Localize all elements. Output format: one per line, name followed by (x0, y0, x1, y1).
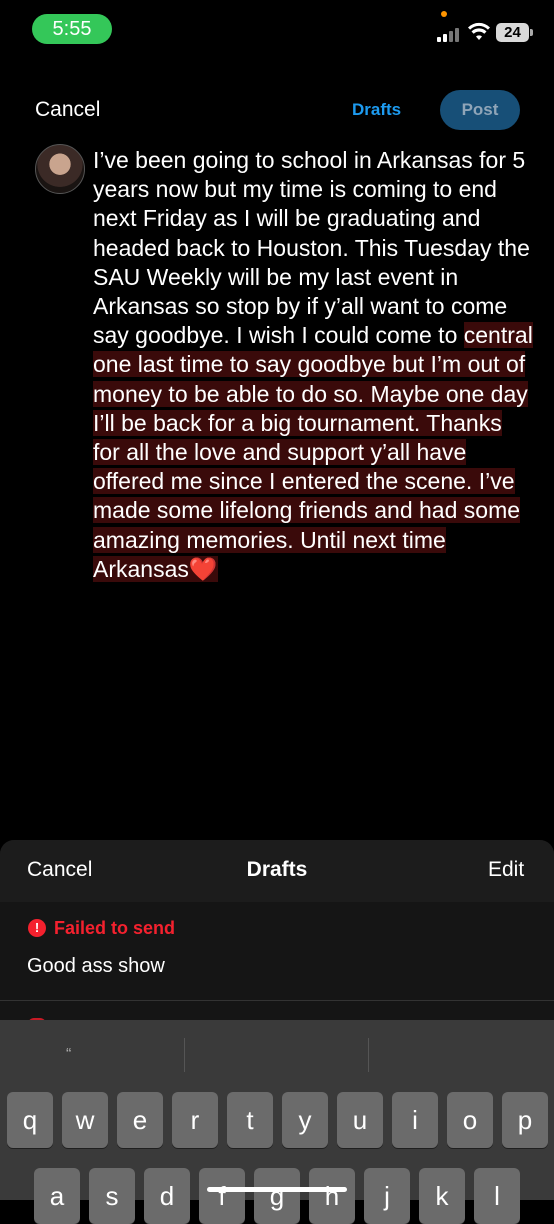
tweet-text-highlighted: central one last time to say goodbye but… (93, 322, 533, 582)
key-j[interactable]: j (364, 1168, 410, 1224)
privacy-indicator-dot (441, 11, 447, 17)
tweet-text-area[interactable]: I’ve been going to school in Arkansas fo… (93, 146, 533, 584)
key-t[interactable]: t (227, 1092, 273, 1148)
key-u[interactable]: u (337, 1092, 383, 1148)
key-o[interactable]: o (447, 1092, 493, 1148)
keyboard: “ q w e r t y u i o p a s d f g h j k l (0, 1020, 554, 1224)
suggestion-divider (368, 1038, 369, 1072)
key-d[interactable]: d (144, 1168, 190, 1224)
suggestion-bar: “ (0, 1020, 554, 1090)
draft-text: Good ass show (27, 955, 165, 977)
key-k[interactable]: k (419, 1168, 465, 1224)
key-a[interactable]: a (34, 1168, 80, 1224)
key-w[interactable]: w (62, 1092, 108, 1148)
key-h[interactable]: h (309, 1168, 355, 1224)
key-l[interactable]: l (474, 1168, 520, 1224)
key-q[interactable]: q (7, 1092, 53, 1148)
key-p[interactable]: p (502, 1092, 548, 1148)
draft-status: Failed to send (54, 918, 176, 938)
key-i[interactable]: i (392, 1092, 438, 1148)
wifi-icon (468, 22, 490, 40)
status-bar: 5:55 24 (0, 0, 554, 60)
key-g[interactable]: g (254, 1168, 300, 1224)
drafts-button[interactable]: Drafts (352, 100, 401, 120)
key-r[interactable]: r (172, 1092, 218, 1148)
status-time: 5:55 (32, 14, 112, 44)
avatar (35, 144, 85, 194)
key-y[interactable]: y (282, 1092, 328, 1148)
cancel-button[interactable]: Cancel (35, 98, 100, 122)
draft-item[interactable]: ! Failed to send Good ass show (0, 902, 554, 1001)
home-indicator (207, 1187, 347, 1192)
cellular-signal-icon (437, 26, 465, 42)
battery-level: 24 (496, 23, 529, 42)
drafts-title: Drafts (246, 858, 308, 881)
suggestion-item[interactable]: “ (66, 1046, 71, 1064)
drafts-edit-button[interactable]: Edit (488, 858, 524, 882)
tweet-text-plain: I’ve been going to school in Arkansas fo… (93, 147, 530, 349)
key-s[interactable]: s (89, 1168, 135, 1224)
key-f[interactable]: f (199, 1168, 245, 1224)
battery-tip (530, 29, 533, 36)
key-e[interactable]: e (117, 1092, 163, 1148)
error-icon: ! (28, 919, 46, 937)
compose-header: Cancel Drafts Post (0, 80, 554, 140)
drafts-header: Cancel Drafts Edit (0, 840, 554, 902)
suggestion-divider (184, 1038, 185, 1072)
post-button[interactable]: Post (440, 90, 520, 130)
